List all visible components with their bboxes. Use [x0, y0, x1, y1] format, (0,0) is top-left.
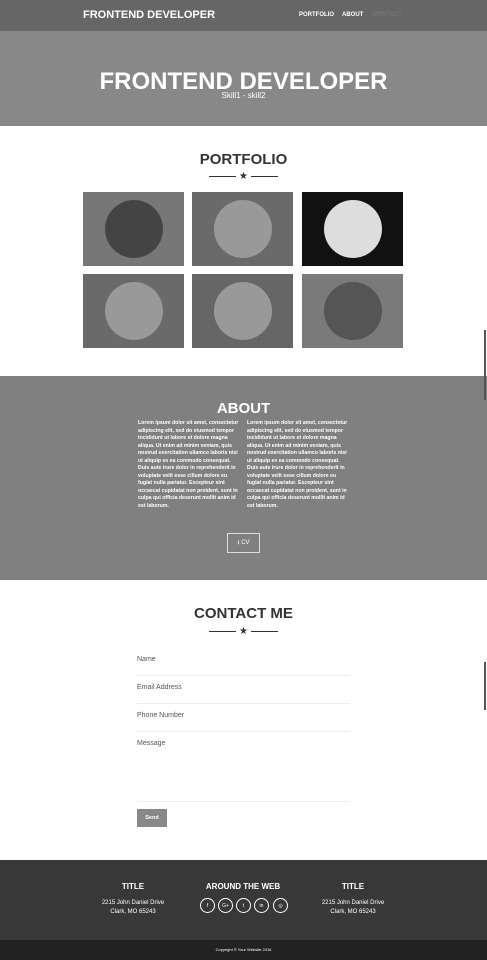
contact-title: CONTACT ME [194, 605, 293, 622]
footer: TITLE 2215 John Daniel Drive Clark, MO 65… [0, 860, 487, 940]
dribbble-icon[interactable]: ◎ [273, 898, 288, 913]
linkedin-icon[interactable]: in [254, 898, 269, 913]
portfolio-item-circus[interactable] [302, 192, 403, 266]
copyright-bar: Copyright © Your Website 2016 [0, 940, 487, 960]
footer-right-title: TITLE [341, 882, 365, 891]
twitter-icon[interactable]: t [236, 898, 251, 913]
safe-icon [213, 282, 272, 340]
nav-link-contact[interactable]: CONTACT [373, 12, 402, 18]
brand-link[interactable]: FRONTEND DEVELOPER [83, 9, 215, 21]
portfolio-item-safe[interactable] [192, 274, 293, 348]
hero-subtitle: Skill1 - skill2 [221, 91, 266, 100]
footer-left-address: 2215 John Daniel Drive Clark, MO 65243 [83, 899, 183, 917]
navbar: FRONTEND DEVELOPER PORTFOLIO ABOUT CONTA… [0, 0, 487, 31]
address-line: Clark, MO 65243 [330, 909, 376, 915]
cv-label: CV [241, 540, 250, 546]
portfolio-item-game[interactable] [83, 274, 184, 348]
star-icon: ★ [239, 171, 248, 182]
nav-link-about[interactable]: ABOUT [342, 12, 363, 18]
about-title: ABOUT [216, 400, 271, 417]
nav-link-portfolio[interactable]: PORTFOLIO [299, 12, 334, 18]
star-divider: ★ [0, 171, 487, 182]
star-icon: ★ [239, 626, 248, 637]
circus-tent-icon [323, 200, 382, 258]
footer-right-address: 2215 John Daniel Drive Clark, MO 65243 [303, 899, 403, 917]
address-line: Clark, MO 65243 [110, 909, 156, 915]
google-plus-icon[interactable]: G+ [218, 898, 233, 913]
name-field[interactable]: Name [137, 656, 350, 676]
about-text-right: Lorem ipsum dolor sit amet, consectetur … [247, 420, 348, 509]
portfolio-title: PORTFOLIO [199, 151, 288, 168]
scrollbar[interactable] [484, 330, 486, 400]
footer-left-title: TITLE [121, 882, 145, 891]
footer-middle-title: AROUND THE WEB [205, 882, 281, 891]
facebook-icon[interactable]: f [200, 898, 215, 913]
game-controller-icon [104, 282, 163, 340]
portfolio-item-cabin[interactable] [83, 192, 184, 266]
portfolio-item-cake[interactable] [192, 192, 293, 266]
about-text-left: Lorem ipsum dolor sit amet, consectetur … [138, 420, 239, 509]
email-field[interactable]: Email Address [137, 684, 350, 704]
message-field[interactable]: Message [137, 740, 350, 802]
cake-icon [213, 200, 272, 258]
portfolio-item-submarine[interactable] [302, 274, 403, 348]
send-button[interactable]: Send [137, 809, 167, 827]
phone-field[interactable]: Phone Number [137, 712, 350, 732]
address-line: 2215 John Daniel Drive [321, 900, 385, 906]
address-line: 2215 John Daniel Drive [101, 900, 165, 906]
download-cv-button[interactable]: ⭳ CV [227, 533, 260, 553]
star-divider: ★ [0, 626, 487, 637]
submarine-icon [323, 282, 382, 340]
scrollbar[interactable] [484, 662, 486, 710]
cabin-icon [104, 200, 163, 258]
hero-header: FRONTEND DEVELOPER Skill1 - skill2 [0, 31, 487, 126]
